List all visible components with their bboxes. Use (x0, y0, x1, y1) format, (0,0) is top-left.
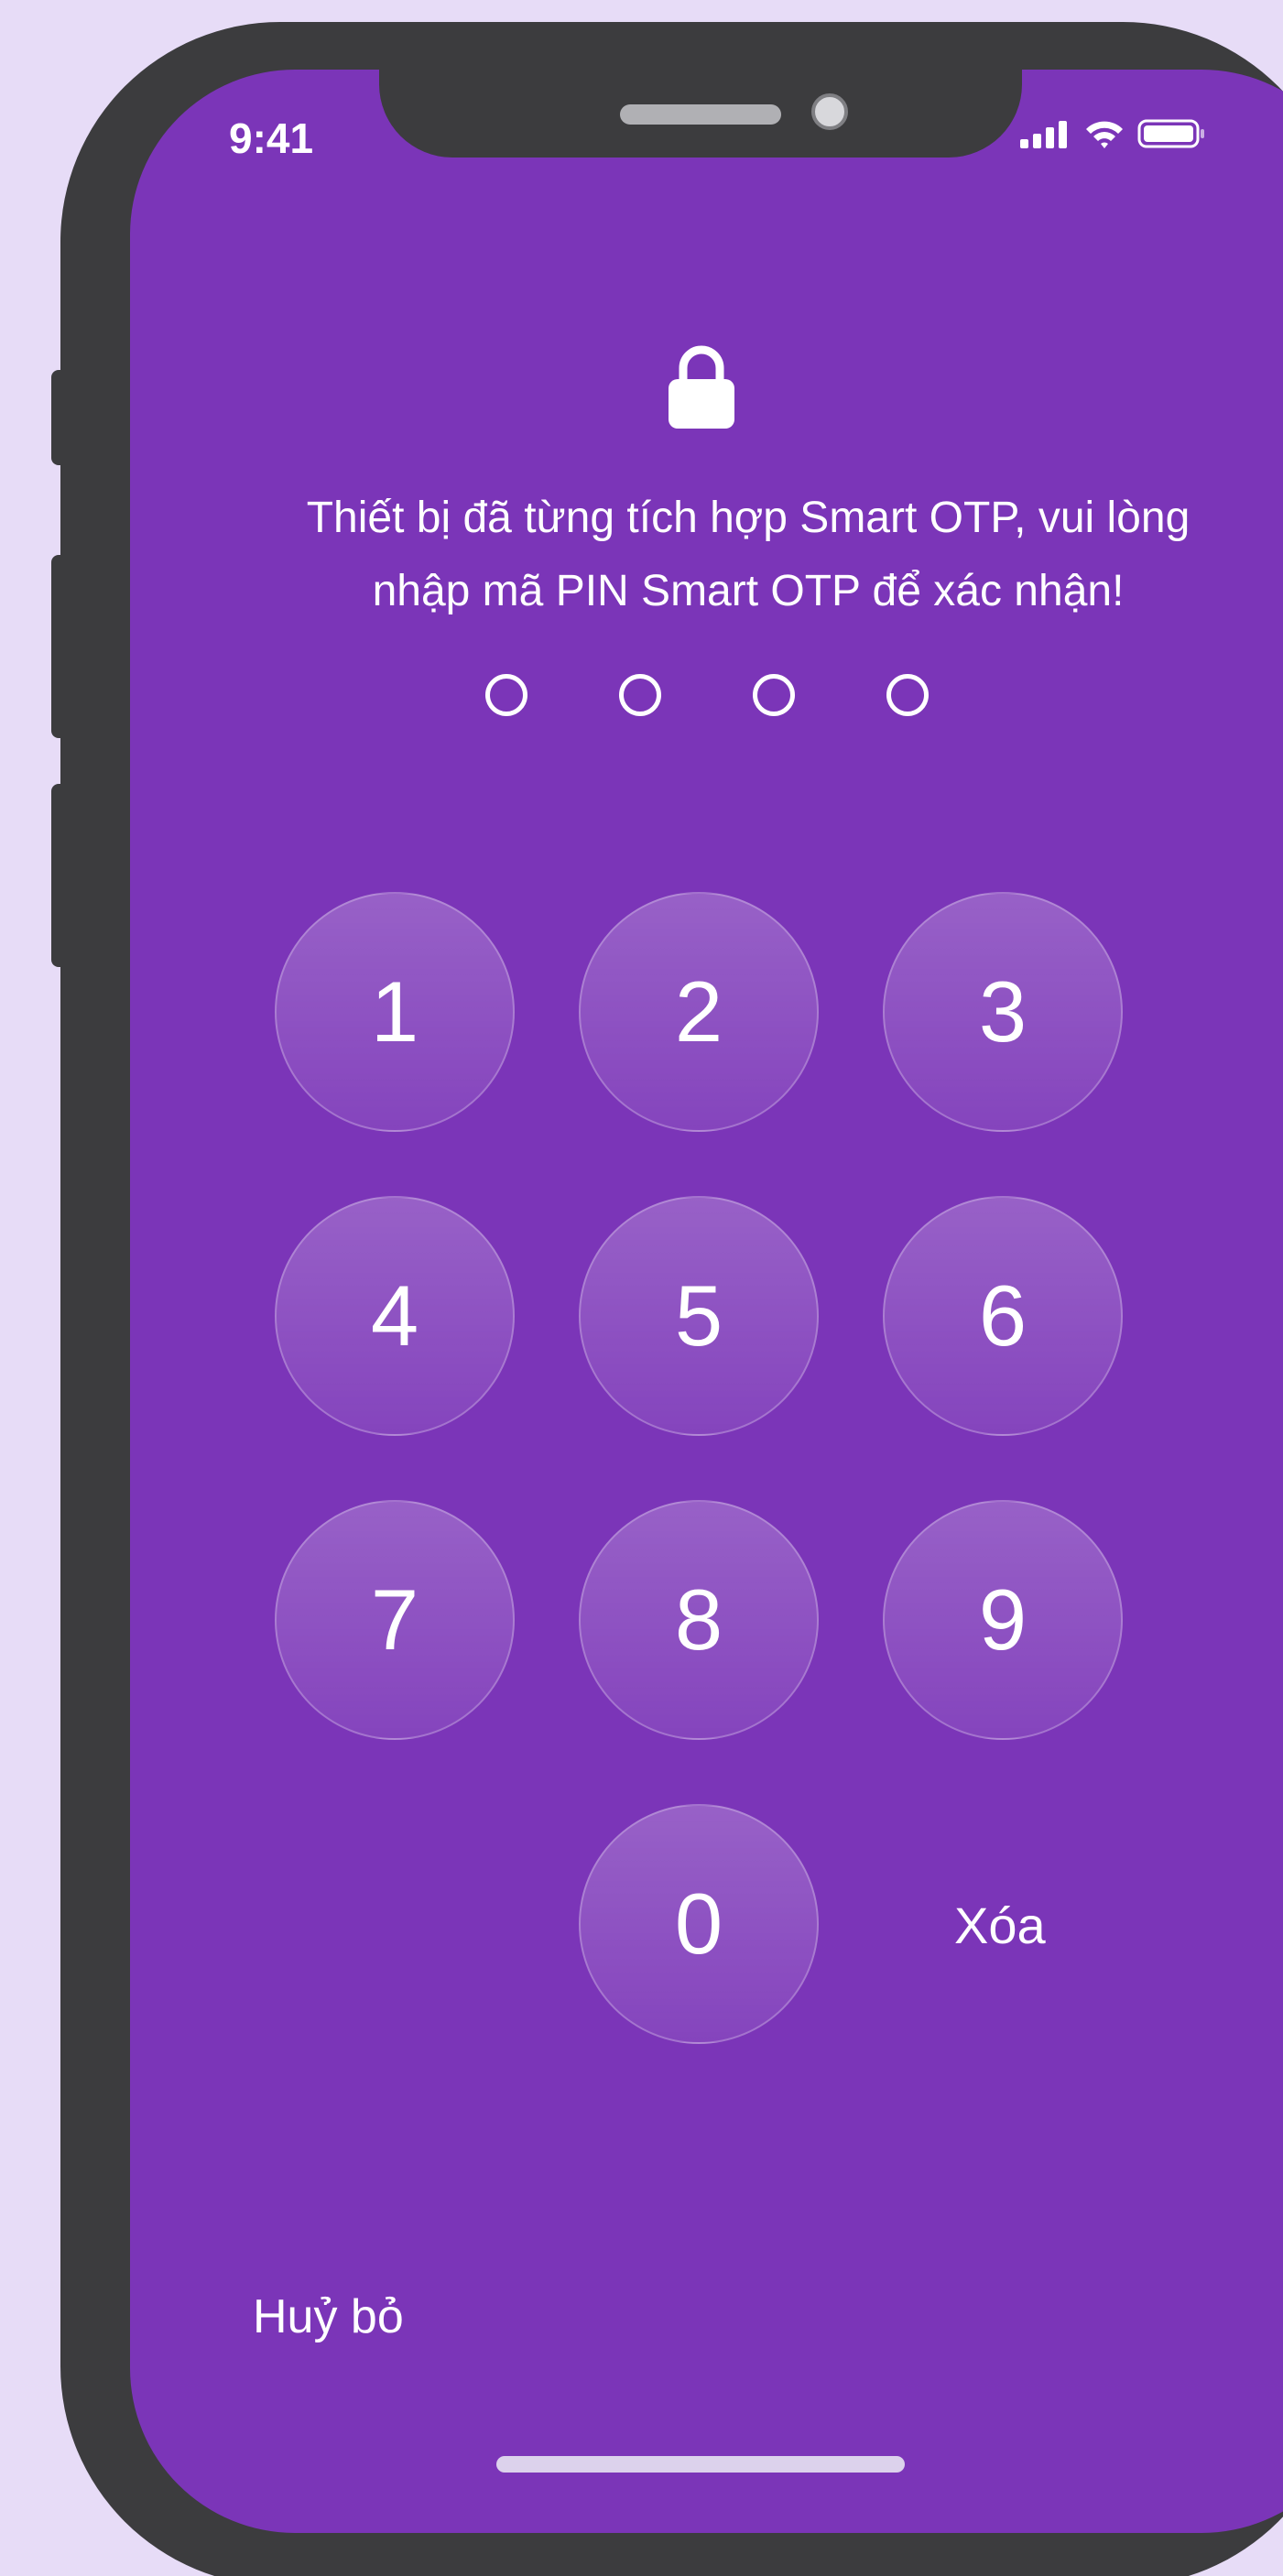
status-icons (1020, 119, 1205, 148)
key-2[interactable]: 2 (579, 892, 819, 1132)
key-3[interactable]: 3 (883, 892, 1123, 1132)
pin-entry-screen: 9:41 Thiết bị đã từng tích hợp Smart OTP… (130, 70, 1283, 2533)
pin-prompt-message: Thiết bị đã từng tích hợp Smart OTP, vui… (185, 482, 1283, 628)
cellular-signal-icon (1020, 121, 1067, 148)
status-time: 9:41 (229, 114, 314, 162)
key-6[interactable]: 6 (883, 1196, 1123, 1436)
key-7[interactable]: 7 (275, 1500, 515, 1740)
pin-dot (886, 674, 929, 716)
pin-dot (485, 674, 527, 716)
battery-icon (1137, 119, 1204, 148)
pin-indicator (130, 674, 1283, 716)
pin-prompt-line-1: Thiết bị đã từng tích hợp Smart OTP, vui… (306, 494, 1191, 542)
key-5[interactable]: 5 (579, 1196, 819, 1436)
speaker-grille (620, 104, 781, 125)
lock-icon (669, 345, 734, 429)
pin-dot (753, 674, 795, 716)
key-0[interactable]: 0 (579, 1804, 819, 2044)
front-camera (811, 93, 848, 130)
home-indicator[interactable] (496, 2456, 905, 2473)
key-8[interactable]: 8 (579, 1500, 819, 1740)
delete-button[interactable]: Xóa (954, 1896, 1046, 1955)
wifi-icon (1086, 121, 1123, 148)
key-1[interactable]: 1 (275, 892, 515, 1132)
page: 9:41 Thiết bị đã từng tích hợp Smart OTP… (0, 0, 1283, 2576)
cancel-button[interactable]: Huỷ bỏ (253, 2289, 404, 2344)
pin-prompt-line-2: nhập mã PIN Smart OTP để xác nhận! (372, 567, 1125, 615)
phone-notch (379, 70, 1022, 158)
key-4[interactable]: 4 (275, 1196, 515, 1436)
key-9[interactable]: 9 (883, 1500, 1123, 1740)
pin-dot (619, 674, 661, 716)
